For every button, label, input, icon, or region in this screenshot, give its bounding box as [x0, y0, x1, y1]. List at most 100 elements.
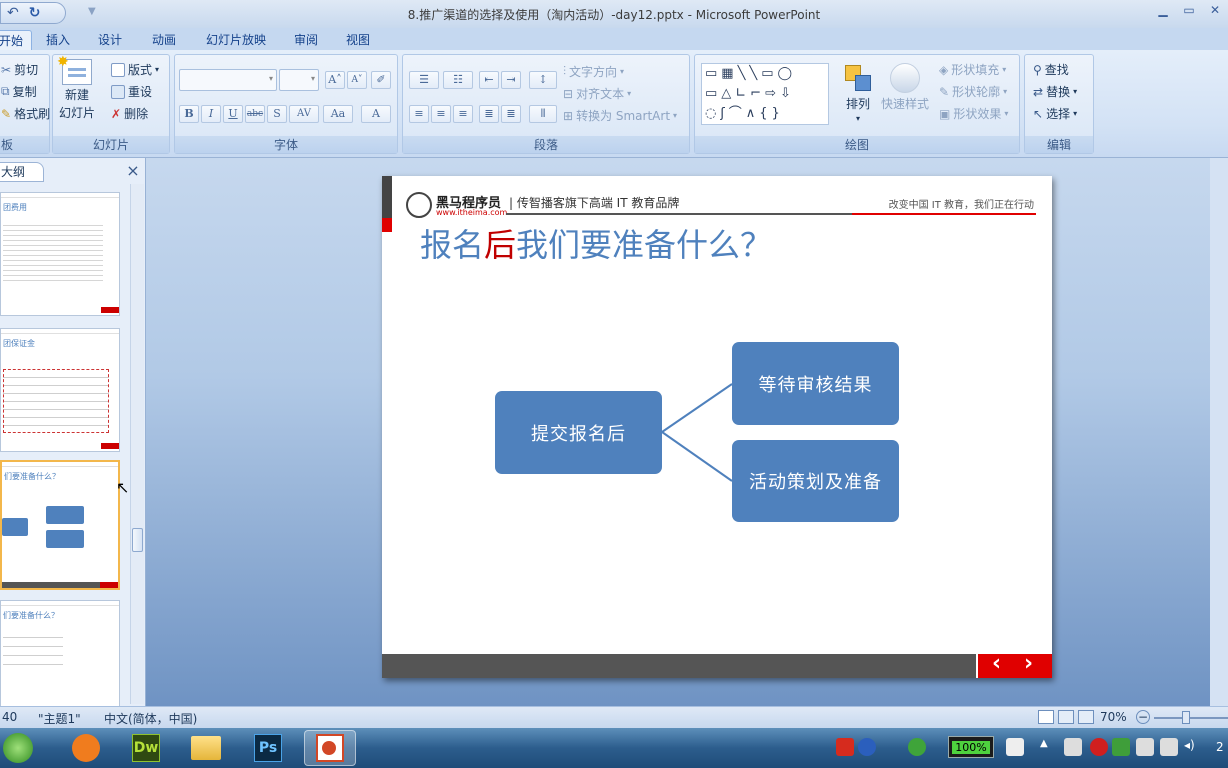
bullets-button[interactable]: ☰: [409, 71, 439, 89]
taskbar-powerpoint[interactable]: [304, 730, 356, 766]
prev-arrow-icon[interactable]: ‹: [992, 651, 1001, 676]
format-painter-button[interactable]: ✎ 格式刷: [1, 105, 50, 122]
volume-icon[interactable]: ◂): [1184, 738, 1202, 756]
align-left-button[interactable]: ≡: [409, 105, 429, 123]
align-center-button[interactable]: ≡: [431, 105, 451, 123]
clear-format-icon[interactable]: ✐: [371, 71, 391, 89]
quick-styles-button[interactable]: 快速样式: [881, 63, 929, 112]
taskbar-photoshop[interactable]: Ps: [242, 730, 294, 766]
tab-design[interactable]: 设计: [92, 30, 128, 50]
shapes-gallery[interactable]: ▭▦╲╲▭◯ ▭△∟⌐⇨⇩ ◌ʃ⌒∧{}: [701, 63, 829, 125]
delete-slide-button[interactable]: ✗ 删除: [111, 105, 148, 122]
network-icon[interactable]: [908, 738, 926, 756]
taskbar-explorer[interactable]: [180, 730, 232, 766]
effects-icon: ▣: [939, 106, 951, 121]
powerpoint-icon: [316, 734, 344, 762]
find-button[interactable]: ⚲ 查找: [1033, 61, 1069, 78]
node-plan-activity[interactable]: 活动策划及准备: [732, 440, 899, 522]
font-size-dropdown[interactable]: ▾: [279, 69, 319, 91]
sorter-view-icon[interactable]: [1058, 710, 1074, 724]
record-icon[interactable]: [1090, 738, 1108, 756]
slideshow-view-icon[interactable]: [1078, 710, 1094, 724]
columns-button[interactable]: ⫴: [529, 105, 557, 123]
decrease-indent-button[interactable]: ⇤: [479, 71, 499, 89]
smartart-button[interactable]: ⊞ 转换为 SmartArt ▾: [563, 107, 677, 124]
font-name-dropdown[interactable]: ▾: [179, 69, 277, 91]
zoom-slider-handle[interactable]: [1182, 711, 1190, 724]
display-icon[interactable]: [1160, 738, 1178, 756]
tab-review[interactable]: 审阅: [288, 30, 324, 50]
zoom-level[interactable]: 70%: [1100, 710, 1127, 724]
layout-button[interactable]: 版式 ▾: [111, 61, 159, 78]
close-button[interactable]: ✕: [1202, 0, 1228, 20]
scrollbar-thumb[interactable]: [132, 528, 143, 552]
tab-home[interactable]: 开始: [0, 30, 32, 50]
slide-thumbnail-selected[interactable]: 们要准备什么？: [0, 460, 120, 590]
shape-effects-button[interactable]: ▣ 形状效果 ▾: [939, 105, 1008, 122]
usb-icon[interactable]: [1136, 738, 1154, 756]
bold-button[interactable]: B: [179, 105, 199, 123]
update-icon[interactable]: [1112, 738, 1130, 756]
tray-app-icon[interactable]: [1064, 738, 1082, 756]
line-spacing-button[interactable]: ↕: [529, 71, 557, 89]
align-text-button[interactable]: ⊟ 对齐文本 ▾: [563, 85, 631, 102]
help-icon[interactable]: [858, 738, 876, 756]
zoom-out-icon[interactable]: −: [1136, 710, 1150, 724]
grow-font-button[interactable]: A˄: [325, 71, 345, 89]
numbering-button[interactable]: ☷: [443, 71, 473, 89]
tab-animations[interactable]: 动画: [146, 30, 182, 50]
font-color-button[interactable]: A: [361, 105, 391, 123]
copy-button[interactable]: ⧉ 复制: [1, 83, 37, 100]
power-plug-icon[interactable]: [1006, 738, 1024, 756]
tab-insert[interactable]: 插入: [40, 30, 76, 50]
shape-outline-button[interactable]: ✎ 形状轮廓 ▾: [939, 83, 1007, 100]
battery-widget[interactable]: 100%: [948, 736, 994, 758]
start-button[interactable]: [0, 730, 44, 766]
text-direction-button[interactable]: ⫶ 文字方向 ▾: [563, 63, 624, 80]
arrange-button[interactable]: 排列 ▾: [843, 63, 873, 123]
cut-button[interactable]: ✂ 剪切: [1, 61, 38, 78]
normal-view-icon[interactable]: [1038, 710, 1054, 724]
tab-outline[interactable]: 大纲: [0, 162, 44, 182]
new-slide-button[interactable]: ✸ 新建 幻灯片: [57, 54, 95, 121]
replace-button[interactable]: ⇄ 替换 ▾: [1033, 83, 1077, 100]
panel-scrollbar[interactable]: [130, 184, 144, 704]
char-spacing-button[interactable]: AV: [289, 105, 319, 123]
next-arrow-icon[interactable]: ›: [1024, 651, 1033, 676]
tab-slideshow[interactable]: 幻灯片放映: [200, 30, 272, 50]
close-panel-button[interactable]: ×: [124, 162, 142, 180]
language[interactable]: 中文(简体，中国): [104, 710, 197, 727]
tab-view[interactable]: 视图: [340, 30, 376, 50]
sogou-icon[interactable]: [836, 738, 854, 756]
show-hidden-icons[interactable]: ▲: [1040, 738, 1052, 756]
maximize-button[interactable]: ▭: [1176, 0, 1202, 20]
node-await-review[interactable]: 等待审核结果: [732, 342, 899, 425]
slide-thumbnail[interactable]: 团保证金: [0, 328, 120, 452]
italic-button[interactable]: I: [201, 105, 221, 123]
brush-icon: ✎: [1, 106, 12, 121]
shape-fill-button[interactable]: ◈ 形状填充 ▾: [939, 61, 1006, 78]
replace-icon: ⇄: [1033, 84, 1044, 99]
slide-thumbnail[interactable]: 们要准备什么？: [0, 600, 120, 708]
select-button[interactable]: ↖ 选择 ▾: [1033, 105, 1077, 122]
minimize-button[interactable]: ▁: [1150, 0, 1176, 20]
reset-button[interactable]: 重设: [111, 83, 152, 100]
distribute-button[interactable]: ≣: [501, 105, 521, 123]
change-case-button[interactable]: Aa: [323, 105, 353, 123]
canvas-scrollbar[interactable]: [1210, 158, 1228, 706]
taskbar-dreamweaver[interactable]: Dw: [120, 730, 172, 766]
underline-button[interactable]: U: [223, 105, 243, 123]
justify-button[interactable]: ≣: [479, 105, 499, 123]
strikethrough-button[interactable]: abc: [245, 105, 265, 123]
node-submit-registration[interactable]: 提交报名后: [495, 391, 662, 474]
increase-indent-button[interactable]: ⇥: [501, 71, 521, 89]
align-text-icon: ⊟: [563, 86, 574, 101]
align-right-button[interactable]: ≡: [453, 105, 473, 123]
shadow-button[interactable]: S: [267, 105, 287, 123]
taskbar-uc-browser[interactable]: [60, 730, 112, 766]
slide-thumbnail[interactable]: 团费用: [0, 192, 120, 316]
shrink-font-button[interactable]: A˅: [347, 71, 367, 89]
current-slide[interactable]: 黑马程序员 www.itheima.com | 传智播客旗下高端 IT 教育品牌…: [382, 176, 1052, 678]
zoom-slider[interactable]: [1154, 717, 1228, 719]
font-group: ▾ ▾ A˄ A˅ ✐ B I U abc S AV Aa A 字体: [174, 54, 398, 154]
